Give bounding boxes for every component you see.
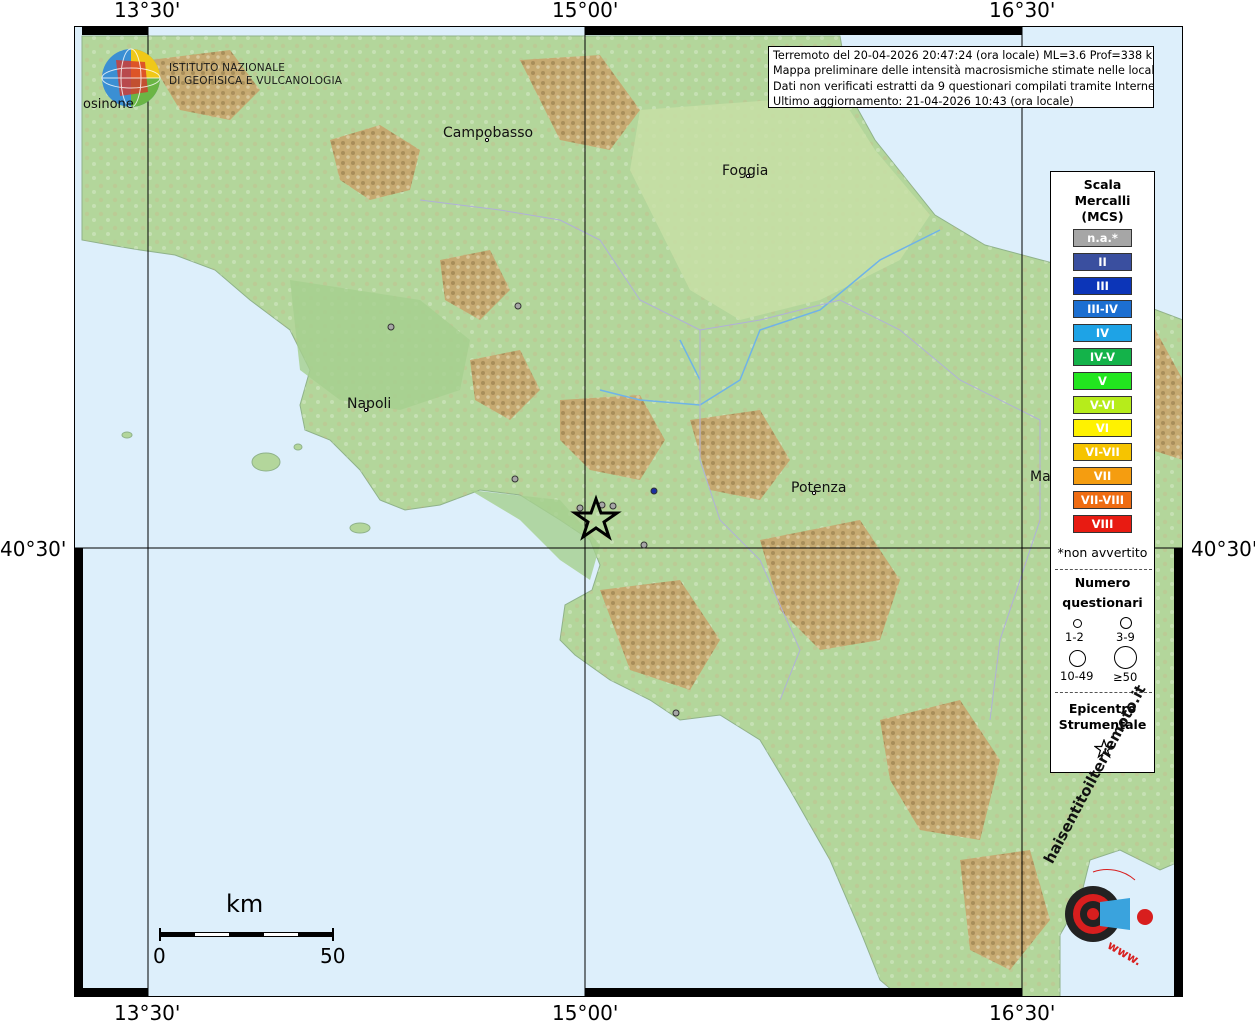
scale-bar-unit: km bbox=[226, 890, 264, 918]
legend-title-mercalli: Mercalli bbox=[1074, 193, 1131, 208]
point-na bbox=[576, 504, 584, 512]
legend-q-label-1-2: 1-2 bbox=[1065, 630, 1084, 644]
lon-label-top-1330: 13°30' bbox=[114, 0, 181, 22]
legend-circle-1-2 bbox=[1073, 619, 1082, 628]
legend-circle-3-9 bbox=[1120, 617, 1132, 629]
legend-questionnaires-title-1: Numero bbox=[1074, 575, 1131, 590]
legend-swatch-vi: VI bbox=[1073, 419, 1132, 438]
lat-label-right-4030: 40°30' bbox=[1191, 537, 1255, 561]
place-campobasso: Campobasso bbox=[443, 125, 534, 141]
event-info-box: Terremoto del 20-04-2026 20:47:24 (ora l… bbox=[768, 46, 1154, 108]
lon-label-top-1500: 15°00' bbox=[552, 0, 619, 22]
legend-swatch-v: V bbox=[1073, 371, 1132, 390]
institute-name: ISTITUTO NAZIONALE DI GEOFISICA E VULCAN… bbox=[169, 62, 342, 88]
legend-epicenter-title-2: Strumentale bbox=[1058, 717, 1147, 732]
point-na bbox=[387, 323, 395, 331]
legend-swatch-iv: IV bbox=[1073, 324, 1132, 343]
legend-swatch-vii: VII bbox=[1073, 467, 1132, 485]
legend-swatch-iii: III bbox=[1073, 276, 1132, 295]
lon-label-bottom-1500: 15°00' bbox=[552, 1001, 619, 1025]
institute-line1: ISTITUTO NAZIONALE bbox=[169, 62, 286, 74]
event-info-line1: Terremoto del 20-04-2026 20:47:24 (ora l… bbox=[773, 49, 1154, 62]
place-matera: Ma bbox=[1030, 469, 1051, 485]
lon-label-bottom-1330: 13°30' bbox=[114, 1001, 181, 1025]
legend-panel: Scala Mercalli (MCS) n.a.* II III III-IV IV I… bbox=[1050, 171, 1155, 773]
map bbox=[74, 26, 1183, 997]
island-small bbox=[349, 522, 371, 534]
point-na bbox=[511, 475, 519, 483]
event-info-line4: Ultimo aggiornamento: 21-04-2026 10:43 (… bbox=[773, 95, 1074, 108]
place-potenza: Potenza bbox=[791, 480, 847, 496]
legend-swatch-vi-vii: VI-VII bbox=[1073, 443, 1132, 462]
point-ii bbox=[650, 487, 658, 495]
legend-swatch-v-vi: V-VI bbox=[1073, 395, 1132, 414]
place-foggia: Foggia bbox=[722, 163, 769, 179]
lat-label-left-4030: 40°30' bbox=[0, 537, 67, 561]
legend-title-mcs: (MCS) bbox=[1081, 209, 1124, 224]
point-na bbox=[640, 541, 648, 549]
scale-bar-start: 0 bbox=[153, 944, 166, 968]
legend-q-label-3-9: 3-9 bbox=[1116, 630, 1135, 644]
legend-swatch-iii-iv: III-IV bbox=[1073, 300, 1132, 319]
point-na bbox=[672, 709, 680, 717]
legend-q-label-10-49: 10-49 bbox=[1060, 669, 1094, 683]
lon-label-top-1630: 16°30' bbox=[989, 0, 1056, 22]
legend-divider bbox=[1055, 569, 1152, 570]
lon-label-bottom-1630: 16°30' bbox=[989, 1001, 1056, 1025]
legend-swatch-viii: VIII bbox=[1073, 514, 1132, 533]
legend-not-felt-note: *non avvertito bbox=[1057, 545, 1148, 560]
point-na bbox=[609, 502, 617, 510]
legend-swatch-n-a: n.a.* bbox=[1073, 229, 1132, 247]
scale-bar-end: 50 bbox=[320, 944, 346, 968]
legend-swatch-vii-viii: VII-VIII bbox=[1073, 490, 1132, 509]
legend-circle-10-49 bbox=[1069, 650, 1086, 667]
legend-questionnaires-title-2: questionari bbox=[1062, 595, 1143, 610]
legend-swatch-iv-v: IV-V bbox=[1073, 348, 1132, 366]
legend-title-scala: Scala bbox=[1083, 177, 1122, 192]
place-frosinone: osinone bbox=[83, 97, 134, 112]
institute-line2: DI GEOFISICA E VULCANOLOGIA bbox=[169, 75, 343, 87]
place-napoli: Napoli bbox=[347, 396, 392, 412]
island-capri bbox=[251, 452, 281, 472]
point-na bbox=[514, 302, 522, 310]
event-info-line2: Mappa preliminare delle intensità macros… bbox=[773, 64, 1154, 78]
legend-circle-50 bbox=[1114, 646, 1137, 669]
event-info-line3: Dati non verificati estratti da 9 questi… bbox=[773, 79, 1154, 93]
legend-swatch-ii: II bbox=[1073, 252, 1132, 271]
